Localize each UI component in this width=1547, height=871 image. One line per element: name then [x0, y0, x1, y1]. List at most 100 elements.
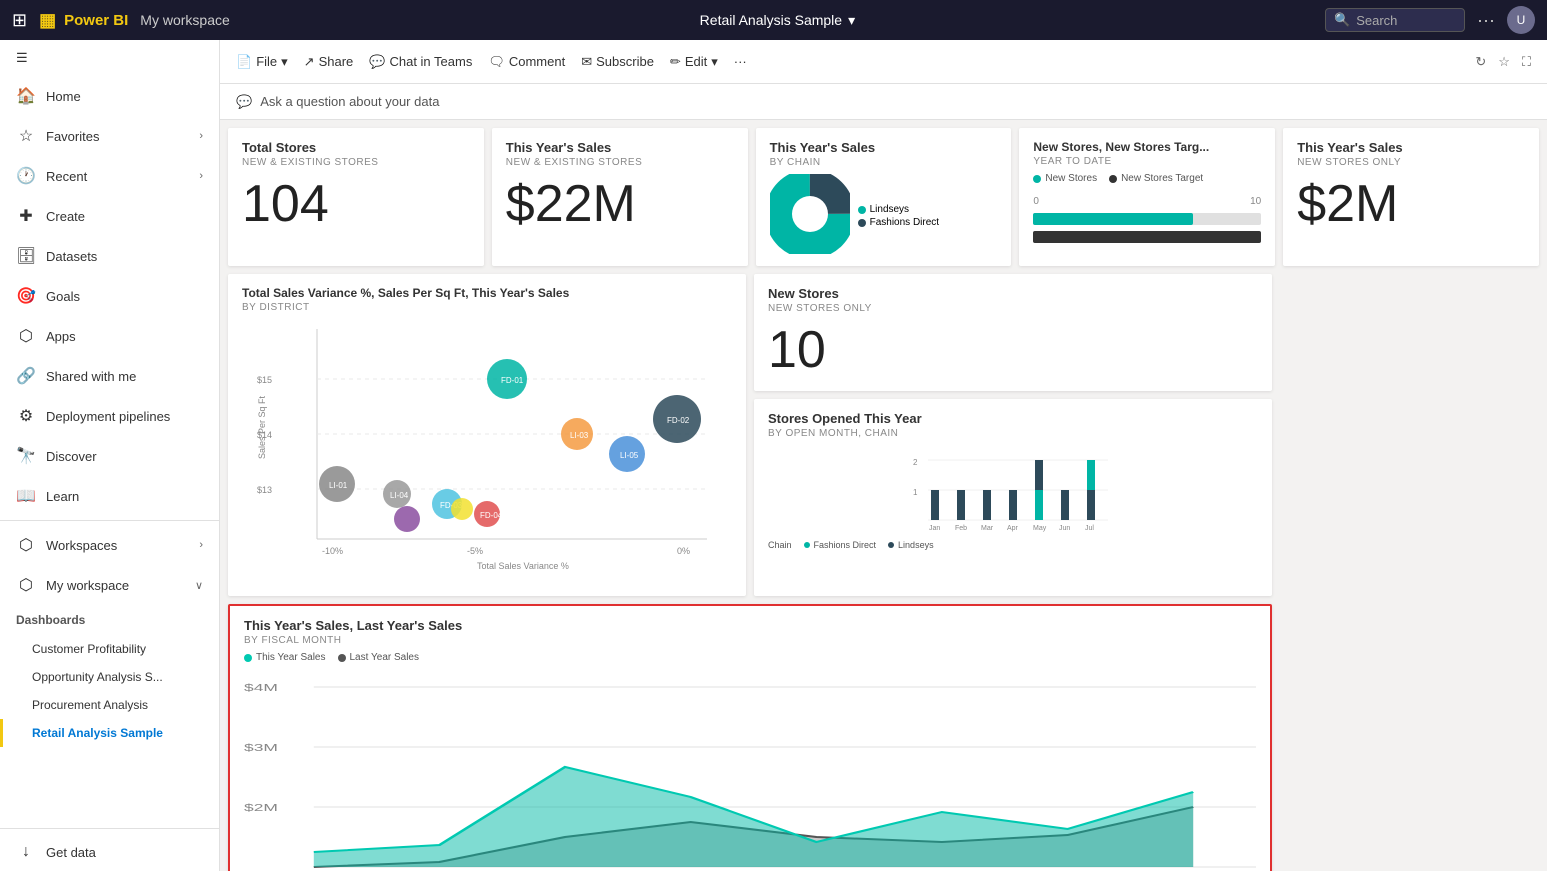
sidebar-item-goals[interactable]: 🎯 Goals: [0, 276, 219, 316]
lindseys-dot: [858, 206, 866, 214]
sidebar-item-retail-analysis-sample[interactable]: Retail Analysis Sample: [0, 719, 219, 747]
toolbar-subscribe[interactable]: ✉ Subscribe: [581, 54, 654, 70]
svg-text:Jul: Jul: [1085, 525, 1094, 532]
subscribe-label: Subscribe: [596, 54, 654, 69]
opportunity-analysis-label: Opportunity Analysis S...: [32, 670, 163, 684]
chevron-right-icon: ›: [199, 539, 203, 551]
sidebar-item-learn[interactable]: 📖 Learn: [0, 476, 219, 516]
grid-icon[interactable]: ⊞: [12, 10, 27, 31]
card-new-stores-count[interactable]: New Stores NEW STORES ONLY 10: [754, 274, 1272, 391]
dropdown-icon[interactable]: ▾: [848, 12, 855, 29]
svg-text:FD-04: FD-04: [480, 511, 503, 520]
fd-label: Fashions Direct: [814, 540, 877, 550]
toolbar-file[interactable]: 📄 File ▾: [236, 54, 288, 70]
qa-bar[interactable]: 💬 Ask a question about your data: [220, 84, 1547, 120]
card-by-chain[interactable]: This Year's Sales BY CHAIN: [756, 128, 1012, 266]
card-this-year-sales[interactable]: This Year's Sales NEW & EXISTING STORES …: [492, 128, 748, 266]
sidebar-item-customer-profitability[interactable]: Customer Profitability: [0, 635, 219, 663]
sidebar-item-opportunity-analysis[interactable]: Opportunity Analysis S...: [0, 663, 219, 691]
this-year-sales-value: $22M: [506, 176, 734, 233]
sidebar-item-apps[interactable]: ⬡ Apps: [0, 316, 219, 356]
hamburger-menu[interactable]: ☰: [0, 40, 219, 76]
report-title: Retail Analysis Sample: [700, 12, 842, 28]
target-legend-label: New Stores Target: [1121, 173, 1203, 184]
stores-opened-title: Stores Opened This Year: [768, 411, 1258, 426]
line-chart-title: This Year's Sales, Last Year's Sales: [244, 618, 1256, 633]
edit-icon: ✏: [670, 54, 681, 70]
sidebar-item-datasets[interactable]: 🗄 Datasets: [0, 236, 219, 276]
sidebar-item-shared[interactable]: 🔗 Shared with me: [0, 356, 219, 396]
sidebar-favorites-label: Favorites: [46, 129, 99, 144]
card-total-stores[interactable]: Total Stores NEW & EXISTING STORES 104: [228, 128, 484, 266]
new-stores-legend: New Stores New Stores Target: [1033, 173, 1261, 184]
sidebar-workspaces-label: Workspaces: [46, 538, 117, 553]
discover-icon: 🔭: [16, 446, 36, 466]
card-this-year-sales-new[interactable]: This Year's Sales NEW STORES ONLY $2M: [1283, 128, 1539, 266]
sidebar-recent-label: Recent: [46, 169, 87, 184]
customer-profitability-label: Customer Profitability: [32, 642, 146, 656]
toolbar-comment[interactable]: 🗨 Comment: [488, 54, 565, 70]
sidebar-item-create[interactable]: ✚ Create: [0, 196, 219, 236]
fullscreen-icon[interactable]: ⛶: [1522, 54, 1531, 70]
li-label: Lindseys: [898, 540, 934, 550]
sidebar-divider: [0, 520, 219, 521]
sidebar-item-favorites[interactable]: ☆ Favorites ›: [0, 116, 219, 156]
star-icon[interactable]: ☆: [1498, 54, 1510, 70]
refresh-icon[interactable]: ↻: [1475, 54, 1486, 70]
legend-new-stores: New Stores: [1033, 173, 1097, 184]
workspace-label[interactable]: My workspace: [140, 12, 229, 28]
workspaces-icon: ⬡: [16, 535, 36, 555]
progress-min: 0: [1033, 196, 1039, 207]
svg-text:$2M: $2M: [244, 803, 278, 814]
sidebar-item-home[interactable]: 🏠 Home: [0, 76, 219, 116]
new-stores-legend-label: New Stores: [1045, 173, 1097, 184]
svg-text:Total Sales Variance %: Total Sales Variance %: [477, 561, 569, 571]
stores-opened-chart: 2 1 Jan Feb: [768, 445, 1258, 540]
card-stores-opened[interactable]: Stores Opened This Year BY OPEN MONTH, C…: [754, 399, 1272, 596]
line-chart-area: $4M $3M $2M Jan Feb Mar: [244, 667, 1256, 871]
this-year-new-subtitle: NEW STORES ONLY: [1297, 157, 1525, 168]
app-layout: ☰ 🏠 Home ☆ Favorites › 🕐 Recent › ✚ Crea…: [0, 40, 1547, 871]
toolbar-chat[interactable]: 💬 Chat in Teams: [369, 54, 472, 70]
toolbar: 📄 File ▾ ↗ Share 💬 Chat in Teams 🗨 Comme…: [220, 40, 1547, 84]
sidebar-my-workspace-label: My workspace: [46, 578, 129, 593]
top-nav: ⊞ ▦ Power BI My workspace Retail Analysi…: [0, 0, 1547, 40]
my-workspace-icon: ⬡: [16, 575, 36, 595]
card-bubble-chart[interactable]: Total Sales Variance %, Sales Per Sq Ft,…: [228, 274, 746, 596]
user-avatar[interactable]: U: [1507, 6, 1535, 34]
line-chart-legend: This Year Sales Last Year Sales: [244, 652, 1256, 663]
card-new-stores-target[interactable]: New Stores, New Stores Targ... YEAR TO D…: [1019, 128, 1275, 266]
toolbar-edit[interactable]: ✏ Edit ▾: [670, 54, 718, 70]
svg-text:Mar: Mar: [981, 525, 994, 532]
toolbar-more[interactable]: ···: [734, 54, 747, 69]
search-box[interactable]: 🔍 Search: [1325, 8, 1465, 32]
home-icon: 🏠: [16, 86, 36, 106]
hamburger-icon: ☰: [16, 50, 28, 66]
legend-last-year: Last Year Sales: [338, 652, 420, 663]
card-line-chart[interactable]: This Year's Sales, Last Year's Sales BY …: [228, 604, 1272, 871]
last-year-legend-label: Last Year Sales: [350, 652, 420, 663]
lindseys-label: Lindseys: [870, 204, 909, 215]
new-stores-target-title: New Stores, New Stores Targ...: [1033, 140, 1261, 154]
sidebar-item-get-data[interactable]: ↓ Get data: [0, 833, 219, 871]
qa-prompt: Ask a question about your data: [260, 94, 439, 109]
sidebar-item-deployment[interactable]: ⚙ Deployment pipelines: [0, 396, 219, 436]
sidebar-discover-label: Discover: [46, 449, 97, 464]
sidebar-item-procurement-analysis[interactable]: Procurement Analysis: [0, 691, 219, 719]
sidebar-item-my-workspace[interactable]: ⬡ My workspace ∨: [0, 565, 219, 605]
chain-label: Chain: [768, 540, 792, 550]
sidebar-item-recent[interactable]: 🕐 Recent ›: [0, 156, 219, 196]
subscribe-icon: ✉: [581, 54, 592, 70]
new-stores-count-value: 10: [768, 322, 1258, 379]
top-nav-right: 🔍 Search ··· U: [1325, 6, 1535, 34]
sidebar-datasets-label: Datasets: [46, 249, 97, 264]
edit-label: Edit: [685, 54, 707, 69]
sidebar-item-workspaces[interactable]: ⬡ Workspaces ›: [0, 525, 219, 565]
new-stores-bar: [1033, 213, 1192, 225]
powerbi-icon: ▦: [39, 10, 56, 31]
more-button[interactable]: ···: [1477, 10, 1495, 31]
progress-area: 0 10: [1033, 196, 1261, 243]
sidebar-goals-label: Goals: [46, 289, 80, 304]
toolbar-share[interactable]: ↗ Share: [304, 54, 354, 70]
sidebar-item-discover[interactable]: 🔭 Discover: [0, 436, 219, 476]
